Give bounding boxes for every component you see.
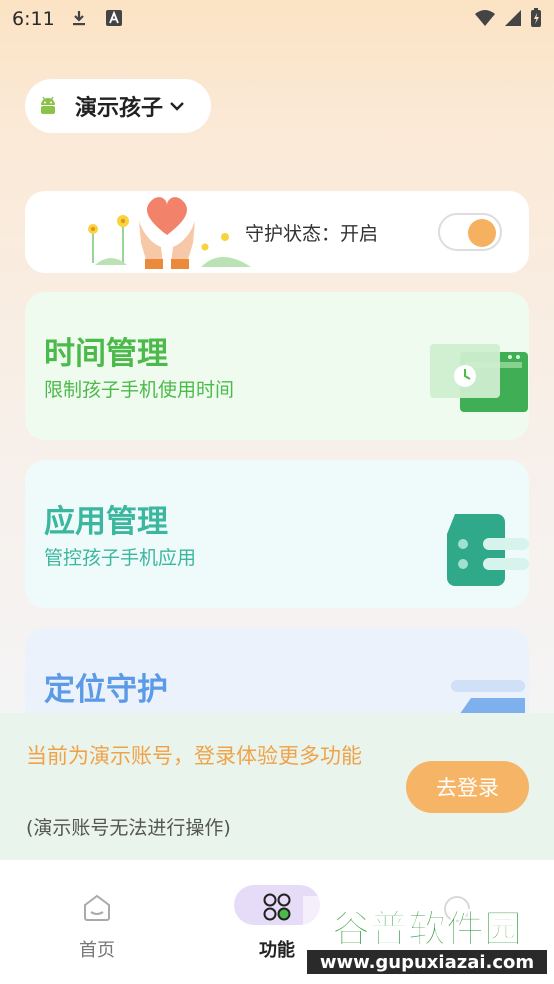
demo-message: 当前为演示账号，登录体验更多功能 bbox=[26, 744, 362, 768]
nav-label: 首页 bbox=[79, 940, 115, 961]
svg-text:谷普软件园: 谷普软件园 bbox=[332, 907, 522, 951]
watermark: 谷普软件园 www.gupuxiazai.com bbox=[303, 896, 551, 978]
clock-window-icon bbox=[430, 344, 528, 412]
wifi-icon bbox=[475, 10, 495, 26]
battery-charging-icon bbox=[531, 8, 541, 27]
status-bar: 6:11 bbox=[0, 0, 554, 38]
demo-note: (演示账号无法进行操作) bbox=[26, 817, 231, 839]
card-subtitle: 管控孩子手机应用 bbox=[44, 547, 197, 569]
demo-account-banner: 当前为演示账号，登录体验更多功能 (演示账号无法进行操作) 去登录 bbox=[0, 713, 554, 860]
home-icon bbox=[84, 894, 110, 921]
nav-home[interactable]: 首页 bbox=[42, 880, 152, 970]
chevron-down-icon bbox=[170, 102, 184, 111]
app-management-card[interactable]: 应用管理 管控孩子手机应用 bbox=[25, 460, 529, 608]
guard-toggle[interactable] bbox=[438, 213, 502, 251]
android-icon bbox=[41, 96, 55, 114]
heart-hands-illustration bbox=[88, 197, 251, 269]
time-management-card[interactable]: 时间管理 限制孩子手机使用时间 bbox=[25, 292, 529, 440]
toggle-knob bbox=[468, 219, 496, 247]
text-notification-icon bbox=[106, 10, 122, 26]
download-icon bbox=[73, 11, 85, 26]
child-selector[interactable]: 演示孩子 bbox=[25, 79, 211, 133]
guard-status-card: 守护状态：开启 bbox=[25, 191, 529, 273]
card-title: 时间管理 bbox=[44, 336, 168, 372]
map-icon bbox=[451, 680, 525, 718]
svg-text:www.gupuxiazai.com: www.gupuxiazai.com bbox=[320, 952, 534, 973]
status-time: 6:11 bbox=[12, 8, 55, 30]
card-title: 定位守护 bbox=[44, 672, 168, 708]
login-button[interactable]: 去登录 bbox=[406, 761, 529, 813]
card-subtitle: 限制孩子手机使用时间 bbox=[44, 379, 235, 401]
guard-status-label: 守护状态：开启 bbox=[245, 223, 379, 245]
cell-signal-icon bbox=[505, 10, 521, 26]
child-name: 演示孩子 bbox=[75, 96, 164, 121]
card-title: 应用管理 bbox=[44, 504, 168, 540]
watermark-logo: 谷普软件园 www.gupuxiazai.com bbox=[303, 896, 551, 978]
features-icon bbox=[263, 893, 291, 921]
app-list-icon bbox=[447, 514, 529, 586]
